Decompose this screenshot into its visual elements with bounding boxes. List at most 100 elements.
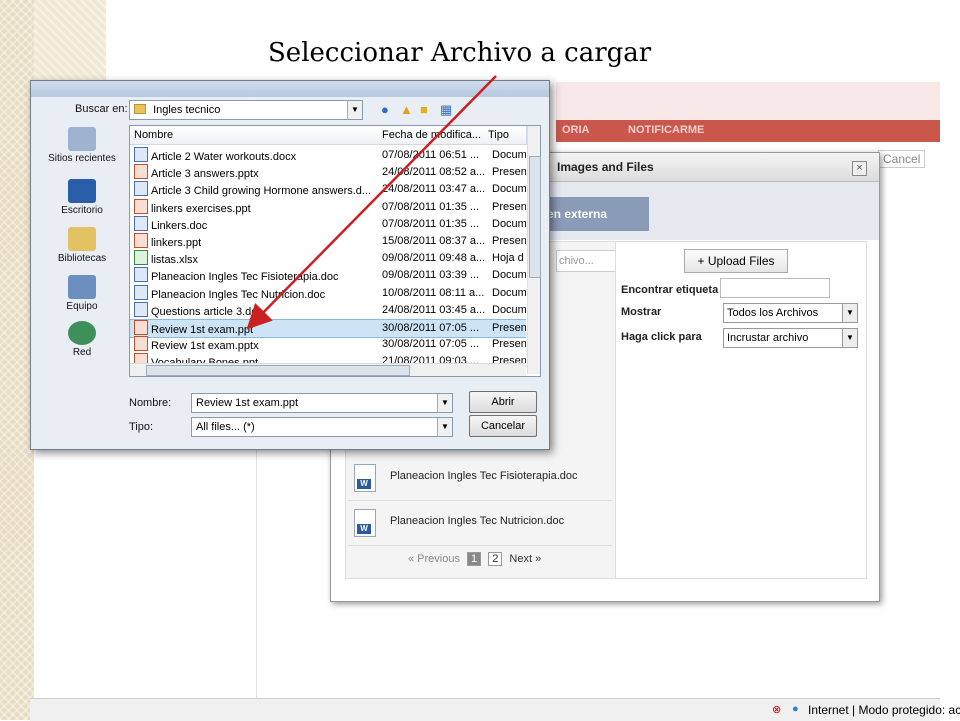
open-button[interactable]: Abrir (469, 391, 537, 413)
chevron-down-icon[interactable]: ▼ (437, 394, 452, 412)
blocked-icon[interactable]: ⊗ (772, 703, 781, 716)
file-item[interactable]: W Planeacion Ingles Tec Fisioterapia.doc (348, 458, 612, 501)
scroll-thumb[interactable] (146, 365, 410, 376)
back-icon[interactable]: ● (381, 102, 389, 117)
open-file-dialog: Buscar en: Ingles tecnico ▼ ● ▲ ■ ▦ Siti… (30, 80, 550, 450)
click-action-select[interactable]: Incrustar archivo ▼ (723, 328, 858, 348)
globe-icon: ● (792, 703, 799, 715)
file-row[interactable]: Linkers.doc 07/08/2011 01:35 ... Docum (130, 215, 526, 235)
place-desktop[interactable]: Escritorio (37, 179, 127, 229)
file-row[interactable]: Article 3 Child growing Hormone answers.… (130, 181, 526, 198)
file-row-name: Article 3 Child growing Hormone answers.… (134, 181, 374, 200)
background-cancel-button[interactable]: Cancel (878, 150, 926, 168)
file-item-name: Planeacion Ingles Tec Fisioterapia.doc (390, 470, 578, 482)
file-row[interactable]: Article 2 Water workouts.docx 07/08/2011 … (130, 147, 526, 164)
place-label: Escritorio (61, 205, 103, 216)
vertical-scrollbar[interactable] (527, 126, 541, 374)
file-row-type: Docum (492, 183, 526, 196)
next-link[interactable]: Next » (509, 553, 541, 565)
file-item-name: Planeacion Ingles Tec Nutricion.doc (390, 515, 565, 527)
file-type-icon (134, 250, 148, 266)
place-recent[interactable]: Sitios recientes (37, 127, 127, 177)
cancel-button[interactable]: Cancelar (469, 415, 537, 437)
filetype-label: Tipo: (129, 421, 154, 433)
file-row-type: Docum (492, 217, 526, 230)
view-menu-icon[interactable]: ▦ (440, 102, 452, 118)
filename-label: Nombre: (129, 397, 172, 409)
dialog-title: Images and Files (557, 160, 654, 174)
file-type-icon (134, 215, 148, 231)
previous-link[interactable]: « Previous (408, 553, 460, 565)
upload-files-button[interactable]: + Upload Files (684, 249, 788, 273)
background-nav-item[interactable]: NOTIFICARME (628, 124, 704, 136)
page-link[interactable]: 2 (488, 552, 503, 566)
place-label: Equipo (66, 301, 98, 312)
file-row[interactable]: linkers.ppt 15/08/2011 08:37 a... Presen (130, 233, 526, 250)
up-folder-icon[interactable]: ▲ (400, 102, 413, 117)
file-row-date: 07/08/2011 06:51 ... (382, 149, 480, 161)
file-row-date: 24/08/2011 08:52 a... (382, 166, 486, 179)
network-icon (68, 321, 96, 345)
file-row-date: 24/08/2011 03:47 a... (382, 183, 486, 196)
page-link[interactable]: 1 (467, 552, 482, 566)
file-row-date: 24/08/2011 03:45 a... (382, 303, 486, 316)
place-libraries[interactable]: Bibliotecas (37, 227, 127, 277)
file-row-date: 07/08/2011 01:35 ... (382, 200, 480, 213)
file-row[interactable]: linkers exercises.ppt 07/08/2011 01:35 ..… (130, 198, 526, 216)
file-row-name-text: Review 1st exam.ppt (151, 324, 254, 336)
file-row-name-text: linkers exercises.ppt (151, 202, 251, 215)
file-row-date: 30/08/2011 07:05 ... (382, 322, 480, 334)
column-header-type[interactable]: Tipo (484, 126, 527, 145)
show-select-value: Todos los Archivos (727, 307, 819, 319)
background-nav-item[interactable]: ORIA (562, 124, 590, 136)
file-row-date: 30/08/2011 07:05 ... (382, 338, 480, 351)
chevron-down-icon[interactable]: ▼ (842, 329, 857, 347)
find-tag-input[interactable] (720, 278, 830, 298)
filetype-select[interactable]: All files... (*) ▼ (191, 417, 453, 437)
file-row-type: Docum (492, 269, 526, 282)
file-list: Nombre Fecha de modifica... Tipo Article… (129, 125, 541, 377)
chevron-down-icon[interactable]: ▼ (347, 101, 362, 119)
horizontal-scrollbar[interactable] (130, 363, 526, 376)
file-row-date: 15/08/2011 08:37 a... (382, 235, 486, 247)
file-row-name: Planeacion Ingles Tec Nutricion.doc (134, 284, 374, 304)
column-header-name[interactable]: Nombre (130, 126, 379, 145)
file-row-name: listas.xlsx (134, 250, 374, 269)
column-header-date[interactable]: Fecha de modifica... (378, 126, 485, 145)
file-item[interactable]: W Planeacion Ingles Tec Nutricion.doc (348, 503, 612, 546)
file-row-name: Article 3 answers.pptx (134, 164, 374, 183)
tab-external[interactable]: en externa (541, 197, 649, 231)
file-row[interactable]: Article 3 answers.pptx 24/08/2011 08:52 a… (130, 164, 526, 181)
chevron-down-icon[interactable]: ▼ (842, 304, 857, 322)
file-row[interactable]: listas.xlsx 09/08/2011 09:48 a... Hoja d (130, 250, 526, 267)
file-type-icon (134, 320, 148, 335)
filename-input[interactable]: Review 1st exam.ppt ▼ (191, 393, 453, 413)
file-row[interactable]: Planeacion Ingles Tec Fisioterapia.doc 09… (130, 267, 526, 284)
file-type-icon (134, 181, 148, 197)
file-row[interactable]: Review 1st exam.pptx 30/08/2011 07:05 ...… (130, 336, 526, 353)
place-network[interactable]: Red (37, 321, 127, 371)
show-select[interactable]: Todos los Archivos ▼ (723, 303, 858, 323)
new-folder-icon[interactable]: ■ (420, 102, 428, 117)
scroll-thumb[interactable] (529, 156, 541, 278)
file-row-name: Planeacion Ingles Tec Fisioterapia.doc (134, 267, 374, 286)
file-row-type: Hoja d (492, 252, 524, 265)
close-icon[interactable]: × (852, 161, 867, 176)
filename-value: Review 1st exam.ppt (196, 397, 299, 409)
file-row[interactable]: Review 1st exam.ppt 30/08/2011 07:05 ... P… (130, 319, 526, 338)
file-row-date: 07/08/2011 01:35 ... (382, 217, 480, 230)
file-row-name-text: Linkers.doc (151, 219, 208, 232)
show-label: Mostrar (621, 306, 662, 318)
file-row-name: Article 2 Water workouts.docx (134, 147, 374, 166)
look-in-combo[interactable]: Ingles tecnico ▼ (129, 100, 363, 120)
look-in-value: Ingles tecnico (153, 104, 221, 116)
place-computer[interactable]: Equipo (37, 275, 127, 325)
chevron-down-icon[interactable]: ▼ (437, 418, 452, 436)
file-row-type: Presen (492, 235, 526, 247)
place-label: Bibliotecas (57, 253, 107, 264)
file-row[interactable]: Planeacion Ingles Tec Nutricion.doc 10/08… (130, 284, 526, 304)
file-row[interactable]: Questions article 3.doc 24/08/2011 03:45 … (130, 301, 526, 321)
file-row-name: Linkers.doc (134, 215, 374, 235)
word-document-icon: W (354, 464, 376, 492)
file-row-name: Questions article 3.doc (134, 301, 374, 321)
